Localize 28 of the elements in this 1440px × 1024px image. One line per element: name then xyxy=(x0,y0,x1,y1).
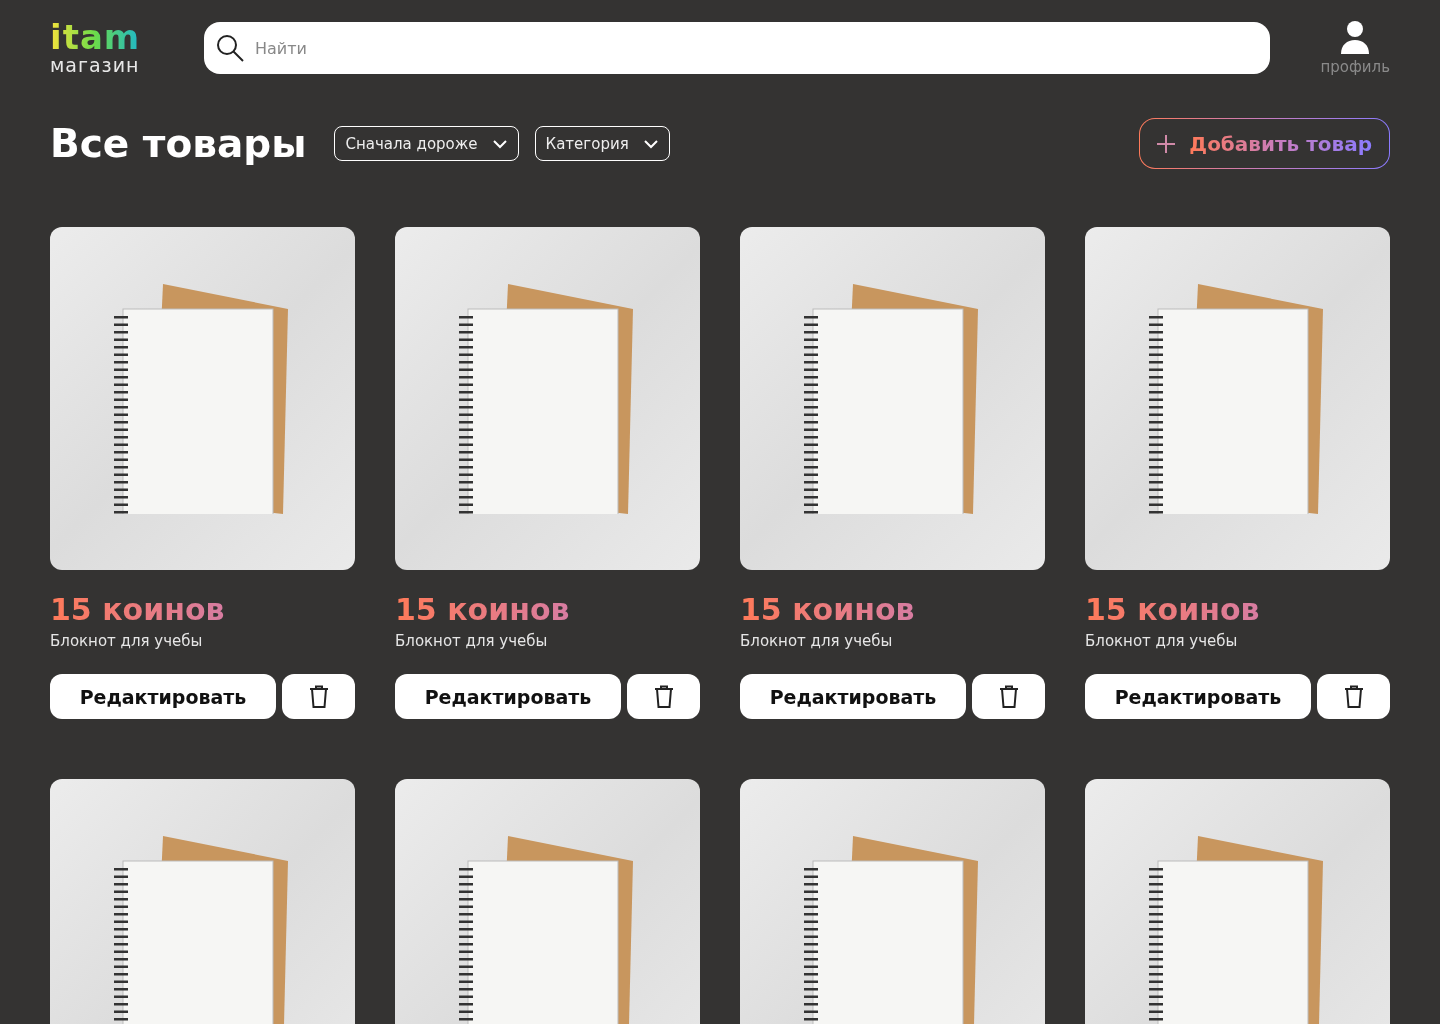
trash-icon xyxy=(307,684,330,709)
delete-button[interactable] xyxy=(972,674,1045,719)
trash-icon xyxy=(997,684,1020,709)
delete-button[interactable] xyxy=(282,674,355,719)
edit-button[interactable]: Редактировать xyxy=(50,674,276,719)
trash-icon xyxy=(652,684,675,709)
user-icon xyxy=(1340,20,1371,54)
add-product-button[interactable]: Добавить товар xyxy=(1139,118,1390,169)
profile-button[interactable]: профиль xyxy=(1320,20,1390,76)
edit-button[interactable]: Редактировать xyxy=(1085,674,1311,719)
chevron-down-icon xyxy=(642,138,659,149)
product-name: Блокнот для учебы xyxy=(1085,632,1239,650)
logo-subtitle: магазин xyxy=(50,54,140,76)
edit-button[interactable]: Редактировать xyxy=(740,674,966,719)
product-name: Блокнот для учебы xyxy=(50,632,204,650)
filter-dropdown[interactable]: Сначала дороже xyxy=(334,126,519,161)
edit-button[interactable]: Редактировать xyxy=(395,674,621,719)
trash-icon xyxy=(1342,684,1365,709)
search-field[interactable]: Найти xyxy=(204,22,1271,74)
search-icon xyxy=(216,34,244,62)
delete-button[interactable] xyxy=(1317,674,1390,719)
product-name: Блокнот для учебы xyxy=(395,632,549,650)
chevron-down-icon xyxy=(491,138,508,149)
filter-dropdown[interactable]: Категория xyxy=(534,126,670,161)
product-name: Блокнот для учебы xyxy=(740,632,894,650)
delete-button[interactable] xyxy=(627,674,700,719)
plus-icon xyxy=(1157,134,1176,153)
page-title: Все товары xyxy=(50,121,307,166)
